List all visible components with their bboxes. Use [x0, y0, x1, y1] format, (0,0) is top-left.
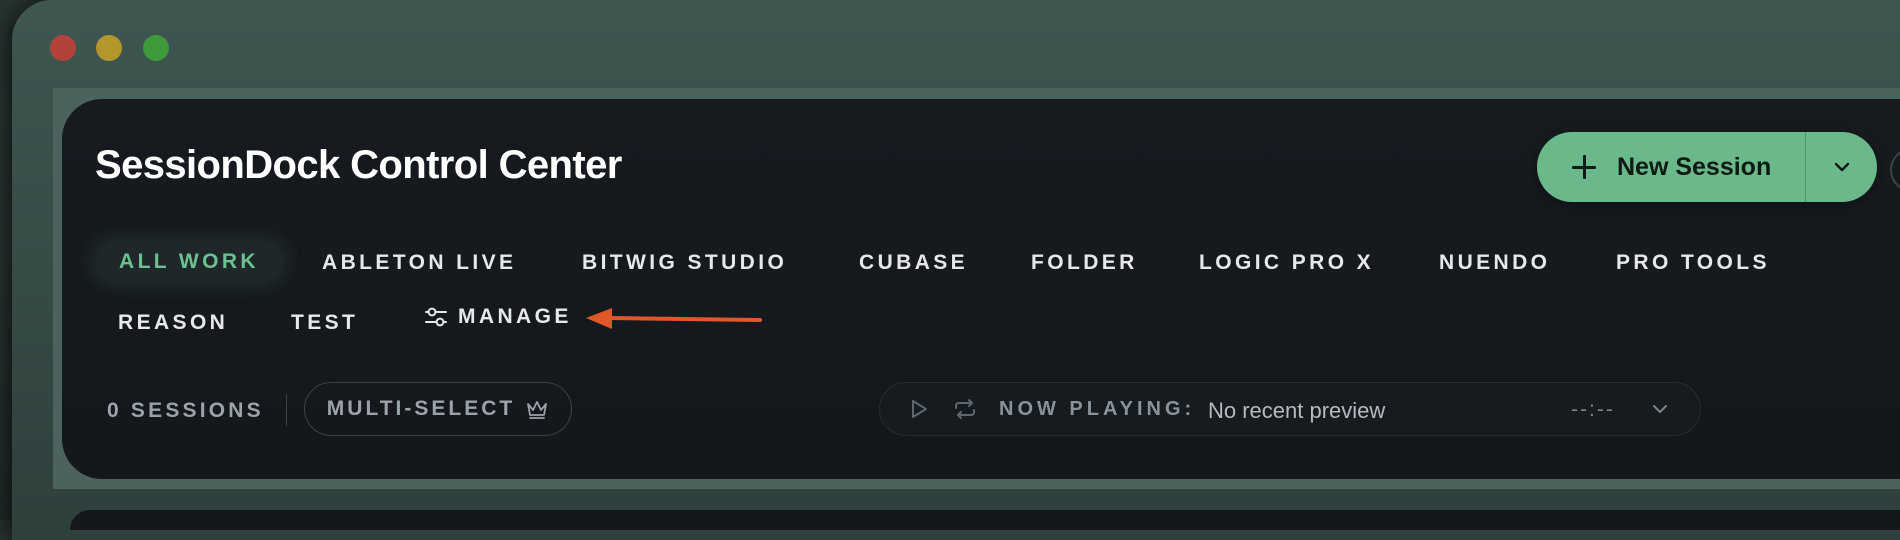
chevron-down-icon[interactable] [1650, 400, 1670, 418]
tab-nuendo[interactable]: NUENDO [1439, 251, 1550, 275]
close-window-button[interactable] [50, 35, 76, 61]
tab-folder[interactable]: FOLDER [1031, 251, 1138, 275]
repeat-icon[interactable] [952, 397, 978, 421]
minimize-window-button[interactable] [96, 35, 122, 61]
new-session-split-button: New Session [1537, 132, 1877, 202]
plus-icon [1571, 154, 1597, 180]
toolbar-divider [286, 394, 287, 426]
chevron-down-icon [1834, 162, 1849, 172]
page-title: SessionDock Control Center [95, 143, 622, 187]
crown-icon [527, 401, 548, 419]
tab-ableton-live[interactable]: ABLETON LIVE [322, 251, 516, 275]
tab-all-work[interactable]: ALL WORK [95, 242, 283, 282]
maximize-window-button[interactable] [143, 35, 169, 61]
tab-label: ALL WORK [119, 250, 259, 273]
now-playing-label: NOW PLAYING: [999, 398, 1196, 420]
manage-tabs-button[interactable]: MANAGE [424, 305, 572, 329]
new-session-label: New Session [1617, 152, 1772, 181]
manage-label: MANAGE [458, 305, 572, 328]
tab-pro-tools[interactable]: PRO TOOLS [1616, 251, 1770, 275]
new-session-dropdown-button[interactable] [1806, 132, 1877, 202]
now-playing-value: No recent preview [1208, 398, 1386, 423]
play-icon[interactable] [908, 397, 930, 421]
playback-time: --:-- [1571, 398, 1615, 421]
sliders-icon [425, 307, 447, 327]
tab-logic-pro-x[interactable]: LOGIC PRO X [1199, 251, 1374, 275]
tab-reason[interactable]: REASON [118, 311, 228, 335]
next-panel-edge [70, 510, 1900, 530]
tab-bitwig-studio[interactable]: BITWIG STUDIO [582, 251, 787, 275]
tab-test[interactable]: TEST [291, 311, 358, 335]
multi-select-label: MULTI-SELECT [326, 397, 516, 420]
annotation-arrow [586, 308, 762, 329]
tab-cubase[interactable]: CUBASE [859, 251, 968, 275]
new-session-button[interactable]: New Session [1537, 132, 1805, 202]
now-playing-bar: NOW PLAYING: No recent preview --:-- [879, 382, 1701, 436]
multi-select-button[interactable]: MULTI-SELECT [304, 382, 572, 436]
sessions-count: 0 SESSIONS [107, 399, 264, 422]
